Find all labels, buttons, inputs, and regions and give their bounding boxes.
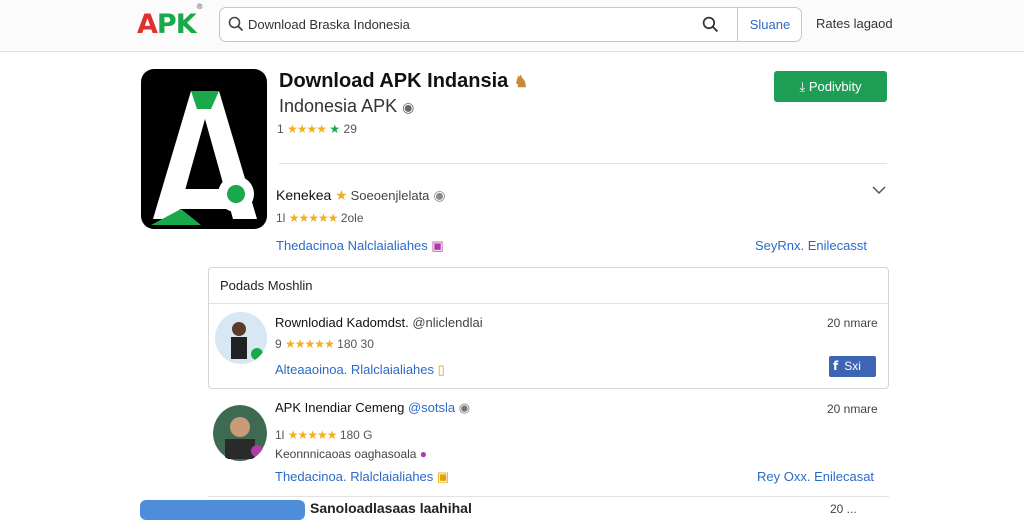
review-title: Rownlodiad Kadomdst. @nliclendlai [275,315,483,330]
divider [208,496,889,497]
review-rating: 9 ★★★★★ 180 30 [275,337,374,351]
bottom-time: 20 ... [830,502,857,516]
facebook-share-button[interactable]: f Sxi [829,356,876,377]
app-subtitle: Indonesia APK ◉ [279,96,415,116]
review-time: 20 nmare [827,402,878,416]
top-nav-link[interactable]: Rates lagaod [816,16,893,31]
star-icon: ★ [335,187,348,203]
badge-icon: ▯ [437,362,445,377]
developer-link-right[interactable]: SeyRnx. Enilecasst [755,238,867,253]
review-link-left[interactable]: Thedacinoa. [275,469,347,484]
sparkle-icon: ♞ [513,74,529,91]
review-time: 20 nmare [827,316,878,330]
review-links: Thedacinoa. Rlalclaialiahes ▣ [275,469,449,485]
globe-icon: ◉ [402,99,415,115]
review-desc: Keonnnicaoas oaghasoala ● [275,447,428,461]
developer-rating: 1l ★★★★★ 2ole [276,211,364,225]
search-input[interactable]: Download Braska Indonesia [248,17,410,32]
chevron-down-icon[interactable] [872,185,886,195]
top-bar: APK® Download Braska Indonesia Sluane Ra… [0,0,1024,52]
review-title: APK Inendiar Cemeng @sotsla ◉ [275,400,471,415]
star-rating-icon: ★★★★★ [288,211,339,225]
info-icon: ◉ [433,187,446,203]
emoji-icon: ● [419,447,428,461]
review-rating: 1l ★★★★★ 180 G [275,428,373,442]
bottom-button[interactable] [140,500,305,520]
review-link-left[interactable]: Alteaaoinoa. [275,362,347,377]
developer-link-left[interactable]: Thedacinoa [276,238,344,253]
app-icon [141,69,267,229]
bottom-title: Sanoloadlasaas laahihal [310,500,472,516]
reviews-heading: Podads Moshlin [209,268,888,304]
review-links: Alteaaoinoa. Rlalclaialiahes ▯ [275,362,445,378]
download-icon: ⤓ [799,79,806,94]
green-star-icon: ★ [329,122,341,136]
badge-icon: ▣ [436,469,450,484]
avatar[interactable] [215,312,267,364]
divider [279,163,887,164]
search-icon [228,16,244,32]
download-button[interactable]: ⤓ Podivbity [774,71,887,102]
avatar[interactable] [213,405,267,462]
developer-link-mid[interactable]: Nalclaialiahes [348,238,428,253]
app-rating: 1 ★★★★ ★ 29 [277,122,357,136]
developer-links: Thedacinoa Nalclaialiahes ▣ [276,238,444,254]
facebook-icon: f [833,359,839,373]
star-rating-icon: ★★★★ [287,122,327,136]
search-button[interactable]: Sluane [737,8,802,41]
search-bar: Download Braska Indonesia Sluane [219,7,802,42]
review-link-mid[interactable]: Rlalclaialiahes [351,362,434,377]
review-link-right[interactable]: Rey Oxx. Enilecasat [757,469,874,484]
badge-icon: ▣ [431,238,444,253]
site-logo[interactable]: APK® [137,2,204,40]
star-rating-icon: ★★★★★ [285,337,335,351]
app-title: Download APK Indansia ♞ [279,70,529,92]
star-rating-icon: ★★★★★ [287,428,338,442]
search-submit-icon[interactable] [702,16,719,33]
verified-icon: ◉ [458,400,471,415]
review-link-mid[interactable]: Rlalclaialiahes [350,469,433,484]
developer-name[interactable]: Kenekea ★ Soeoenjlelata ◉ [276,187,446,204]
